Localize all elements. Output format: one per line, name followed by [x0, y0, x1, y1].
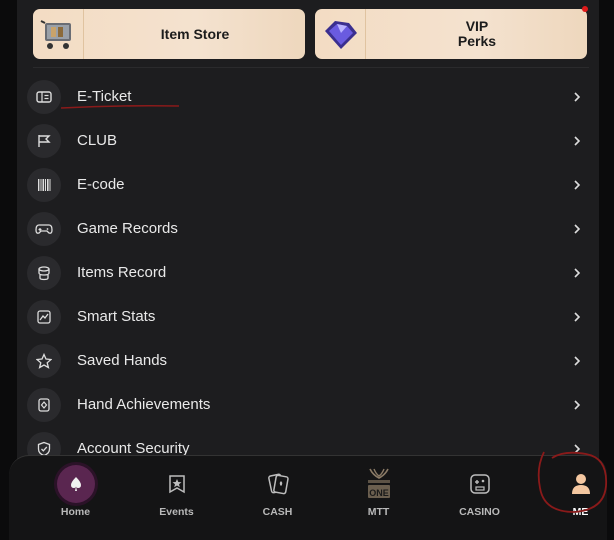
nav-mtt[interactable]: ONE MTT	[328, 456, 429, 540]
menu-item-e-ticket[interactable]: E-Ticket	[17, 75, 599, 118]
chevron-right-icon	[574, 91, 581, 102]
menu-item-label: Game Records	[77, 220, 178, 237]
mtt-icon: ONE	[359, 464, 399, 504]
vip-perks-line2: Perks	[457, 33, 497, 49]
menu-item-label: E-code	[77, 176, 125, 193]
nav-label: CASINO	[459, 506, 500, 518]
star-icon	[27, 343, 61, 378]
vip-perks-card[interactable]: VIP Perks	[315, 6, 588, 59]
menu-item-game-records[interactable]: Game Records	[17, 207, 599, 250]
casino-icon	[460, 464, 500, 504]
vip-perks-label: VIP Perks	[367, 9, 587, 59]
chevron-right-icon	[574, 399, 581, 410]
chart-icon	[27, 299, 61, 334]
cards-icon	[258, 464, 298, 504]
nav-label: Events	[159, 506, 194, 518]
top-cards: Item Store VIP Perks	[33, 6, 589, 59]
annotation-circle	[537, 451, 608, 513]
menu-item-e-code[interactable]: E-code	[17, 163, 599, 206]
menu-item-label: Items Record	[77, 264, 167, 281]
notification-dot	[582, 6, 588, 12]
item-store-card[interactable]: Item Store	[33, 9, 305, 59]
barcode-icon	[27, 167, 61, 202]
menu-item-club[interactable]: CLUB	[17, 119, 599, 162]
menu-item-label: Smart Stats	[77, 308, 156, 325]
menu-item-smart-stats[interactable]: Smart Stats	[17, 295, 599, 338]
nav-label: Home	[60, 506, 91, 518]
chevron-right-icon	[574, 355, 581, 366]
chevron-right-icon	[574, 179, 581, 190]
chevron-right-icon	[574, 311, 581, 322]
cart-icon	[33, 9, 84, 59]
menu-item-label: E-Ticket	[77, 88, 132, 105]
annotation-underline	[60, 104, 180, 109]
chevron-right-icon	[574, 135, 581, 146]
nav-cash[interactable]: CASH	[227, 456, 328, 540]
spade-icon	[56, 464, 96, 504]
ticket-icon	[27, 79, 61, 114]
menu-item-items-record[interactable]: Items Record	[17, 251, 599, 294]
events-icon	[157, 464, 197, 504]
trophy-icon	[27, 387, 61, 422]
nav-events[interactable]: Events	[126, 456, 227, 540]
bottom-nav: Home Events CASH ONE MTT CASINO ME	[9, 455, 607, 540]
nav-label: CASH	[262, 506, 293, 518]
menu-item-label: Saved Hands	[77, 352, 168, 369]
menu-item-label: Hand Achievements	[77, 396, 211, 413]
flag-icon	[27, 123, 61, 158]
nav-home[interactable]: Home	[25, 456, 126, 540]
gamepad-icon	[27, 211, 61, 246]
me-panel: Item Store VIP Perks E-Ticket CLUB E-cod…	[9, 0, 608, 540]
vip-perks-line1: VIP	[465, 18, 489, 34]
nav-casino[interactable]: CASINO	[429, 456, 530, 540]
svg-text:ONE: ONE	[369, 488, 389, 498]
menu-item-saved-hands[interactable]: Saved Hands	[17, 339, 599, 382]
diamond-icon	[315, 9, 366, 59]
chevron-right-icon	[574, 267, 581, 278]
chevron-right-icon	[574, 223, 581, 234]
menu-item-hand-achievements[interactable]: Hand Achievements	[17, 383, 599, 426]
menu-item-label: CLUB	[77, 132, 118, 149]
item-store-label: Item Store	[160, 25, 230, 42]
stack-icon	[27, 255, 61, 290]
divider	[33, 67, 589, 68]
nav-label: MTT	[367, 506, 390, 518]
